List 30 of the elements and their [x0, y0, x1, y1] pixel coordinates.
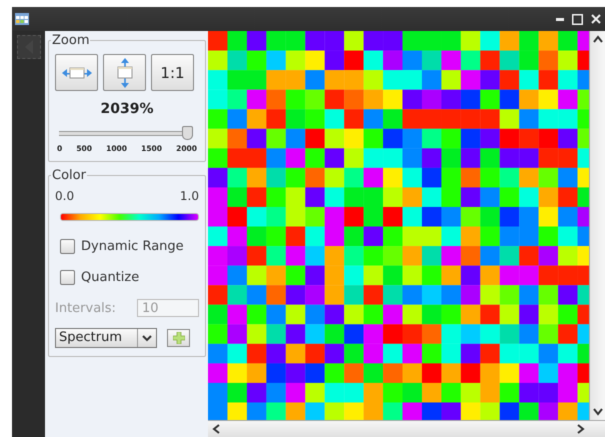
scroll-up-icon[interactable] [592, 35, 602, 43]
close-icon[interactable] [591, 14, 601, 24]
vertical-scrollbar[interactable] [589, 31, 605, 420]
maximize-icon[interactable] [572, 14, 583, 24]
zoom-value: 2039% [100, 101, 154, 117]
grid-icon [15, 13, 29, 25]
range-max: 1.0 [180, 189, 199, 203]
slider-thumb[interactable] [182, 126, 193, 140]
actual-size-button[interactable]: 1:1 [151, 54, 194, 91]
checkbox-label[interactable]: Quantize [81, 270, 140, 285]
checkbox[interactable] [60, 239, 75, 254]
plus-icon [172, 332, 184, 344]
fit-width-icon [62, 66, 92, 80]
horizontal-scrollbar[interactable] [208, 420, 605, 437]
fit-height-icon [116, 58, 132, 88]
chevron-down-icon [142, 334, 152, 342]
colormap-dropdown[interactable]: Spectrum [55, 328, 157, 348]
add-button[interactable] [167, 329, 190, 347]
fit-height-button[interactable] [103, 54, 146, 91]
scroll-down-icon[interactable] [592, 408, 602, 416]
range-min: 0.0 [55, 189, 74, 203]
intervals-label: Intervals: [55, 300, 116, 316]
group-title: Color [51, 168, 87, 183]
scroll-right-icon[interactable] [577, 424, 585, 434]
checkbox[interactable] [60, 270, 75, 285]
group-title: Zoom [51, 33, 90, 48]
scroll-left-icon[interactable] [212, 424, 220, 434]
minimize-icon[interactable] [556, 18, 564, 20]
fit-width-button[interactable] [55, 54, 98, 91]
checkbox-label[interactable]: Dynamic Range [81, 239, 184, 254]
